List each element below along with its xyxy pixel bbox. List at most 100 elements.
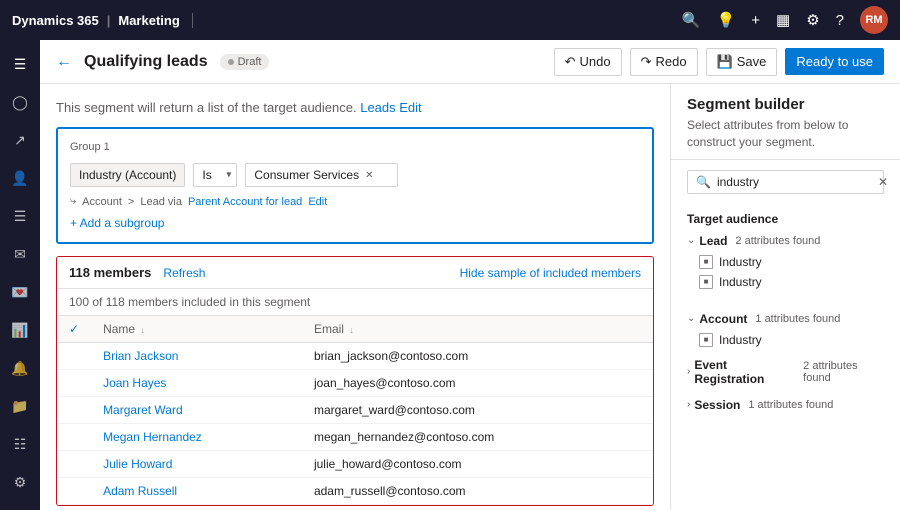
event-group: Event Registration 2 attributes found: [671, 354, 900, 390]
edit-audience-link[interactable]: Edit: [399, 100, 421, 115]
value-chevron-icon: ✕: [365, 170, 373, 181]
table-row: Joan Hayes joan_hayes@contoso.com: [57, 370, 653, 397]
account-industry-attr[interactable]: ■ Industry: [671, 330, 900, 350]
ready-button[interactable]: Ready to use: [785, 48, 884, 75]
lead-section-header[interactable]: Lead 2 attributes found: [671, 230, 900, 252]
add-icon[interactable]: +: [751, 12, 760, 29]
sidebar-chart-icon[interactable]: 📊: [4, 314, 36, 346]
members-count: 118 members: [69, 265, 151, 280]
sidebar-recent-icon[interactable]: ↗: [4, 124, 36, 156]
module-name: Marketing: [118, 13, 179, 28]
attr-icon-3: ■: [699, 333, 713, 347]
member-name[interactable]: Margaret Ward: [91, 397, 302, 424]
member-name[interactable]: Julie Howard: [91, 451, 302, 478]
email-sort-icon: ↓: [349, 325, 354, 335]
session-entity-name: Session: [694, 398, 740, 412]
sidebar-contacts-icon[interactable]: 👤: [4, 162, 36, 194]
account-section-header[interactable]: Account 1 attributes found: [671, 308, 900, 330]
right-panel-title: Segment builder: [687, 96, 884, 113]
member-name[interactable]: Megan Hernandez: [91, 424, 302, 451]
lead-chevron-icon: [687, 235, 695, 246]
sidebar: ☰ ◯ ↗ 👤 ☰ ✉ 💌 📊 🔔 📁 ☷ ⚙: [0, 40, 40, 510]
row-check: [57, 397, 91, 424]
account-entity-count: 1 attributes found: [755, 313, 840, 325]
refresh-link[interactable]: Refresh: [163, 266, 205, 280]
save-button[interactable]: 💾 Save: [706, 48, 778, 76]
lead-industry-label-1: Industry: [719, 255, 762, 269]
members-table: ✓ Name ↓ Email ↓: [57, 316, 653, 505]
sidebar-gear-icon[interactable]: ⚙: [4, 466, 36, 498]
search-box: 🔍 ✕: [687, 170, 884, 194]
row-check: [57, 424, 91, 451]
panel-body: Target audience Lead 2 attributes found …: [671, 204, 900, 510]
event-entity-count: 2 attributes found: [803, 360, 884, 384]
sidebar-segment-icon[interactable]: ☷: [4, 428, 36, 460]
brand-name: Dynamics 365: [12, 13, 99, 28]
session-section-header[interactable]: Session 1 attributes found: [671, 394, 900, 416]
brand: Dynamics 365 | Marketing: [12, 13, 193, 28]
member-email: brian_jackson@contoso.com: [302, 343, 653, 370]
settings-icon[interactable]: ⚙: [806, 11, 819, 29]
event-section-header[interactable]: Event Registration 2 attributes found: [671, 354, 900, 390]
condition-attribute: Industry (Account): [70, 163, 185, 187]
row-check: [57, 478, 91, 505]
event-chevron-icon: [687, 366, 690, 377]
path-row: ⤷ Account > Lead via Parent Account for …: [70, 195, 640, 208]
table-row: Brian Jackson brian_jackson@contoso.com: [57, 343, 653, 370]
members-subheader: 100 of 118 members included in this segm…: [57, 289, 653, 316]
members-header: 118 members Refresh Hide sample of inclu…: [57, 257, 653, 289]
row-check: [57, 370, 91, 397]
back-button[interactable]: ←: [56, 53, 72, 71]
name-sort-icon: ↓: [140, 325, 145, 335]
condition-operator[interactable]: Is: [193, 163, 237, 187]
lead-industry-attr-2[interactable]: ■ Industry: [671, 272, 900, 292]
left-content: This segment will return a list of the t…: [40, 84, 670, 510]
member-email: adam_russell@contoso.com: [302, 478, 653, 505]
help-icon[interactable]: ?: [836, 12, 844, 29]
lead-industry-label-2: Industry: [719, 275, 762, 289]
add-subgroup-button[interactable]: + Add a subgroup: [70, 216, 640, 230]
sidebar-home-icon[interactable]: ◯: [4, 86, 36, 118]
sidebar-bell-icon[interactable]: 🔔: [4, 352, 36, 384]
session-group: Session 1 attributes found: [671, 394, 900, 416]
draft-dot: [228, 59, 234, 65]
table-row: Julie Howard julie_howard@contoso.com: [57, 451, 653, 478]
main-area: ← Qualifying leads Draft ↶ Undo ↷ Redo 💾…: [40, 40, 900, 510]
condition-row: Industry (Account) Is Consumer Services …: [70, 163, 640, 187]
right-panel: Segment builder Select attributes from b…: [670, 84, 900, 510]
sidebar-email-icon[interactable]: ✉: [4, 238, 36, 270]
top-nav: Dynamics 365 | Marketing 🔍 💡 + ▦ ⚙ ? RM: [0, 0, 900, 40]
segment-description: This segment will return a list of the t…: [56, 100, 654, 115]
avatar[interactable]: RM: [860, 6, 888, 34]
attr-icon-2: ■: [699, 275, 713, 289]
path-lead: Lead via: [140, 196, 182, 208]
email-col-header[interactable]: Email ↓: [302, 316, 653, 343]
search-clear-icon[interactable]: ✕: [878, 175, 888, 189]
path-account: Account: [82, 196, 122, 208]
name-col-header[interactable]: Name ↓: [91, 316, 302, 343]
path-edit-link[interactable]: Edit: [308, 196, 327, 208]
search-input[interactable]: [717, 175, 872, 189]
member-name[interactable]: Joan Hayes: [91, 370, 302, 397]
member-name[interactable]: Adam Russell: [91, 478, 302, 505]
command-bar: ← Qualifying leads Draft ↶ Undo ↷ Redo 💾…: [40, 40, 900, 84]
session-chevron-icon: [687, 399, 690, 410]
redo-button[interactable]: ↷ Redo: [630, 48, 698, 76]
condition-operator-wrap: Is: [193, 163, 237, 187]
undo-button[interactable]: ↶ Undo: [554, 48, 622, 76]
sidebar-mail-icon[interactable]: 💌: [4, 276, 36, 308]
path-parent-link[interactable]: Parent Account for lead: [188, 196, 302, 208]
row-check: [57, 343, 91, 370]
member-email: julie_howard@contoso.com: [302, 451, 653, 478]
condition-value[interactable]: Consumer Services ✕: [245, 163, 398, 187]
filter-icon[interactable]: ▦: [776, 11, 790, 29]
sidebar-folder-icon[interactable]: 📁: [4, 390, 36, 422]
lead-industry-attr-1[interactable]: ■ Industry: [671, 252, 900, 272]
audience-link[interactable]: Leads: [360, 100, 395, 115]
sidebar-list-icon[interactable]: ☰: [4, 200, 36, 232]
search-icon[interactable]: 🔍: [682, 11, 701, 29]
sidebar-menu-icon[interactable]: ☰: [4, 48, 36, 80]
lightbulb-icon[interactable]: 💡: [717, 11, 736, 29]
member-name[interactable]: Brian Jackson: [91, 343, 302, 370]
hide-members-link[interactable]: Hide sample of included members: [460, 266, 641, 280]
